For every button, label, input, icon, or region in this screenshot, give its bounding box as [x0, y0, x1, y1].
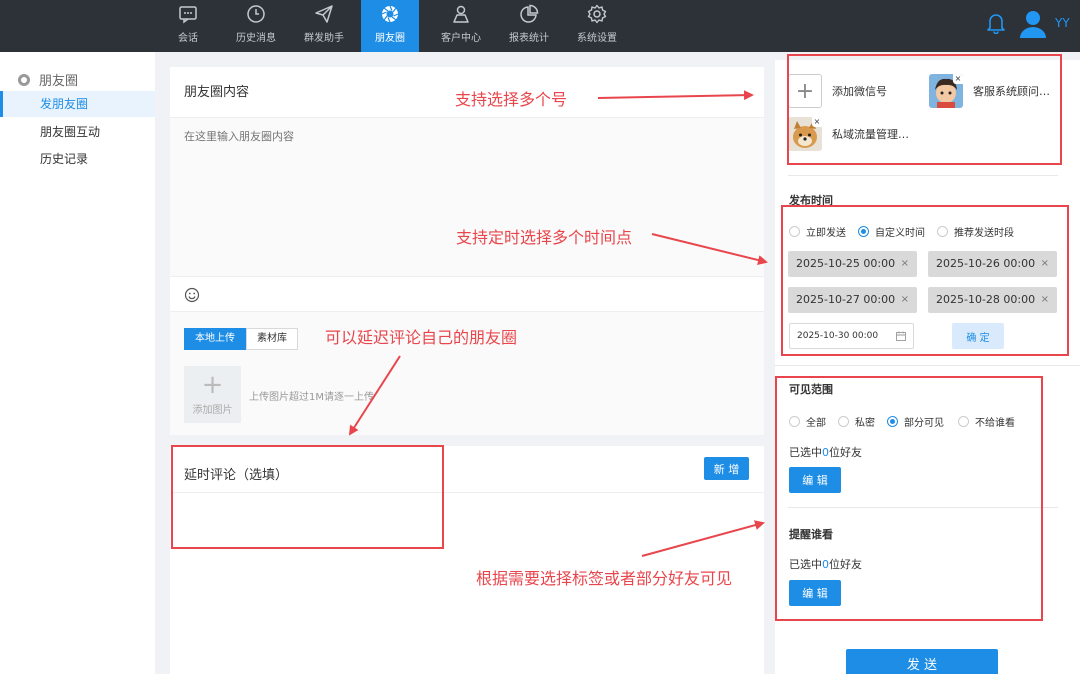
- user-name[interactable]: YY: [1055, 16, 1070, 30]
- annotation-visibility: 根据需要选择标签或者部分好友可见: [476, 569, 733, 588]
- nav-item-broadcast[interactable]: 群发助手: [293, 0, 355, 52]
- emoji-icon[interactable]: [184, 287, 200, 303]
- nav-item-reports[interactable]: 报表统计: [498, 0, 560, 52]
- nav-item-label: 客户中心: [441, 33, 481, 44]
- tab-local-upload[interactable]: 本地上传: [184, 328, 246, 350]
- nav-item-history[interactable]: 历史消息: [225, 0, 287, 52]
- annotation-box-delay-comment: [171, 445, 444, 549]
- annotation-delay-comment: 可以延迟评论自己的朋友圈: [325, 328, 518, 347]
- send-icon: [315, 5, 333, 23]
- sidebar-item-history[interactable]: 历史记录: [0, 146, 155, 172]
- nav-item-customers[interactable]: 客户中心: [430, 0, 492, 52]
- annotation-box-times: [781, 205, 1069, 356]
- annotation-multi-time: 支持定时选择多个时间点: [456, 228, 633, 247]
- nav-item-moments[interactable]: 朋友圈: [361, 0, 419, 52]
- sidebar-header: 朋友圈: [18, 70, 78, 89]
- sidebar-item-post-moments[interactable]: 发朋友圈: [0, 91, 155, 117]
- annotation-box-accounts: [787, 54, 1062, 165]
- editor-area: [170, 117, 764, 277]
- sidebar-item-moments-interaction[interactable]: 朋友圈互动: [0, 119, 155, 145]
- divider: [775, 365, 1080, 366]
- add-delay-comment-button[interactable]: 新 增: [704, 457, 749, 480]
- editor-title: 朋友圈内容: [184, 85, 250, 100]
- nav-item-label: 会话: [178, 33, 198, 44]
- sidebar-header-label: 朋友圈: [39, 74, 79, 89]
- add-image-button[interactable]: + 添加图片: [184, 366, 241, 423]
- top-nav-bar: 会话 历史消息 群发助手 朋友圈 客户中心 报表统计 系统设置 YY: [0, 0, 1080, 52]
- nav-item-settings[interactable]: 系统设置: [566, 0, 628, 52]
- person-icon: [453, 5, 469, 23]
- moments-editor-panel: 朋友圈内容 本地上传 素材库 + 添加图片 上传图片超过1M请逐一上传: [170, 67, 764, 435]
- moments-icon: [381, 5, 399, 23]
- send-button[interactable]: 发 送: [846, 649, 998, 674]
- nav-item-label: 朋友圈: [375, 33, 405, 44]
- left-sidebar: 朋友圈 发朋友圈 朋友圈互动 历史记录: [0, 52, 155, 674]
- gear-icon: [587, 4, 607, 24]
- bell-icon[interactable]: [986, 12, 1006, 34]
- moments-content-input[interactable]: [170, 118, 764, 276]
- chat-icon: [179, 6, 197, 24]
- upload-hint: 上传图片超过1M请逐一上传: [249, 392, 374, 403]
- nav-item-label: 系统设置: [577, 33, 617, 44]
- nav-item-chat[interactable]: 会话: [157, 0, 219, 52]
- user-avatar-icon[interactable]: [1018, 8, 1048, 38]
- upload-tabs: 本地上传 素材库: [184, 328, 298, 350]
- annotation-multi-account: 支持选择多个号: [455, 90, 568, 109]
- moments-dot-icon: [18, 73, 30, 86]
- plus-icon: +: [201, 370, 224, 400]
- nav-item-label: 历史消息: [236, 33, 276, 44]
- divider: [788, 175, 1058, 176]
- nav-item-label: 报表统计: [509, 33, 549, 44]
- nav-item-label: 群发助手: [304, 33, 344, 44]
- annotation-box-visibility: [775, 376, 1043, 621]
- clock-icon: [247, 5, 265, 23]
- add-image-label: 添加图片: [192, 405, 233, 416]
- tab-material-library[interactable]: 素材库: [246, 328, 298, 350]
- pie-chart-icon: [520, 4, 539, 23]
